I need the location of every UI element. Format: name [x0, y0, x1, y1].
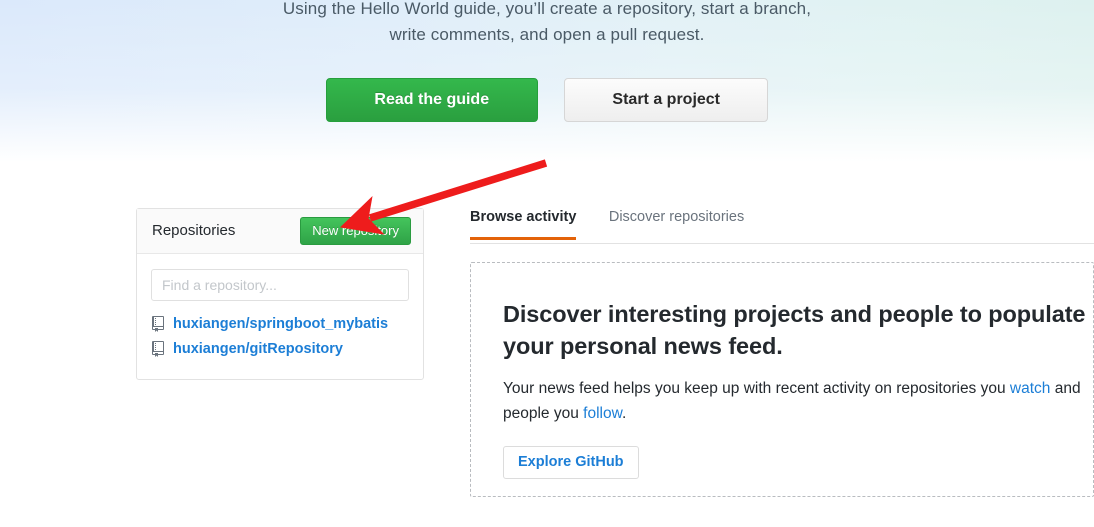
follow-link[interactable]: follow [583, 405, 622, 422]
news-feed-description-part-1: Your news feed helps you keep up with re… [503, 380, 1010, 397]
news-feed-callout: Discover interesting projects and people… [470, 262, 1094, 497]
tab-discover-repositories[interactable]: Discover repositories [609, 209, 744, 237]
news-feed-description: Your news feed helps you keep up with re… [503, 376, 1093, 426]
repositories-panel-body: huxiangen/springboot_mybatis huxiangen/g… [137, 254, 423, 379]
hero-content: Using the Hello World guide, you’ll crea… [0, 0, 1094, 162]
watch-link[interactable]: watch [1010, 380, 1051, 397]
hero-background: Using the Hello World guide, you’ll crea… [0, 0, 1094, 162]
repositories-panel-header: Repositories New repository [137, 209, 423, 254]
activity-tab-bar: Browse activity Discover repositories [470, 205, 1094, 244]
hero-button-group: Read the guide Start a project [0, 78, 1094, 122]
read-the-guide-button[interactable]: Read the guide [325, 78, 538, 122]
repository-link[interactable]: huxiangen/gitRepository [173, 341, 343, 357]
news-feed-description-part-3: . [621, 405, 627, 422]
hero-subtitle-line-1: Using the Hello World guide, you’ll crea… [282, 0, 812, 18]
activity-column: Browse activity Discover repositories Di… [470, 205, 1094, 497]
explore-github-button[interactable]: Explore GitHub [503, 446, 639, 479]
news-feed-heading: Discover interesting projects and people… [503, 301, 1086, 359]
repositories-title: Repositories [152, 222, 236, 239]
repository-list: huxiangen/springboot_mybatis huxiangen/g… [151, 313, 409, 360]
start-a-project-button[interactable]: Start a project [564, 78, 769, 122]
list-item[interactable]: huxiangen/gitRepository [151, 338, 409, 360]
hero-subtitle-line-2: write comments, and open a pull request. [389, 25, 705, 44]
tab-browse-activity[interactable]: Browse activity [470, 209, 577, 240]
find-repository-input[interactable] [151, 269, 409, 301]
new-repository-button[interactable]: New repository [300, 217, 411, 245]
repo-icon [151, 316, 165, 332]
list-item[interactable]: huxiangen/springboot_mybatis [151, 313, 409, 335]
repositories-panel: Repositories New repository huxiangen/sp… [136, 208, 424, 380]
repo-icon [151, 341, 165, 357]
repository-link[interactable]: huxiangen/springboot_mybatis [173, 316, 388, 332]
